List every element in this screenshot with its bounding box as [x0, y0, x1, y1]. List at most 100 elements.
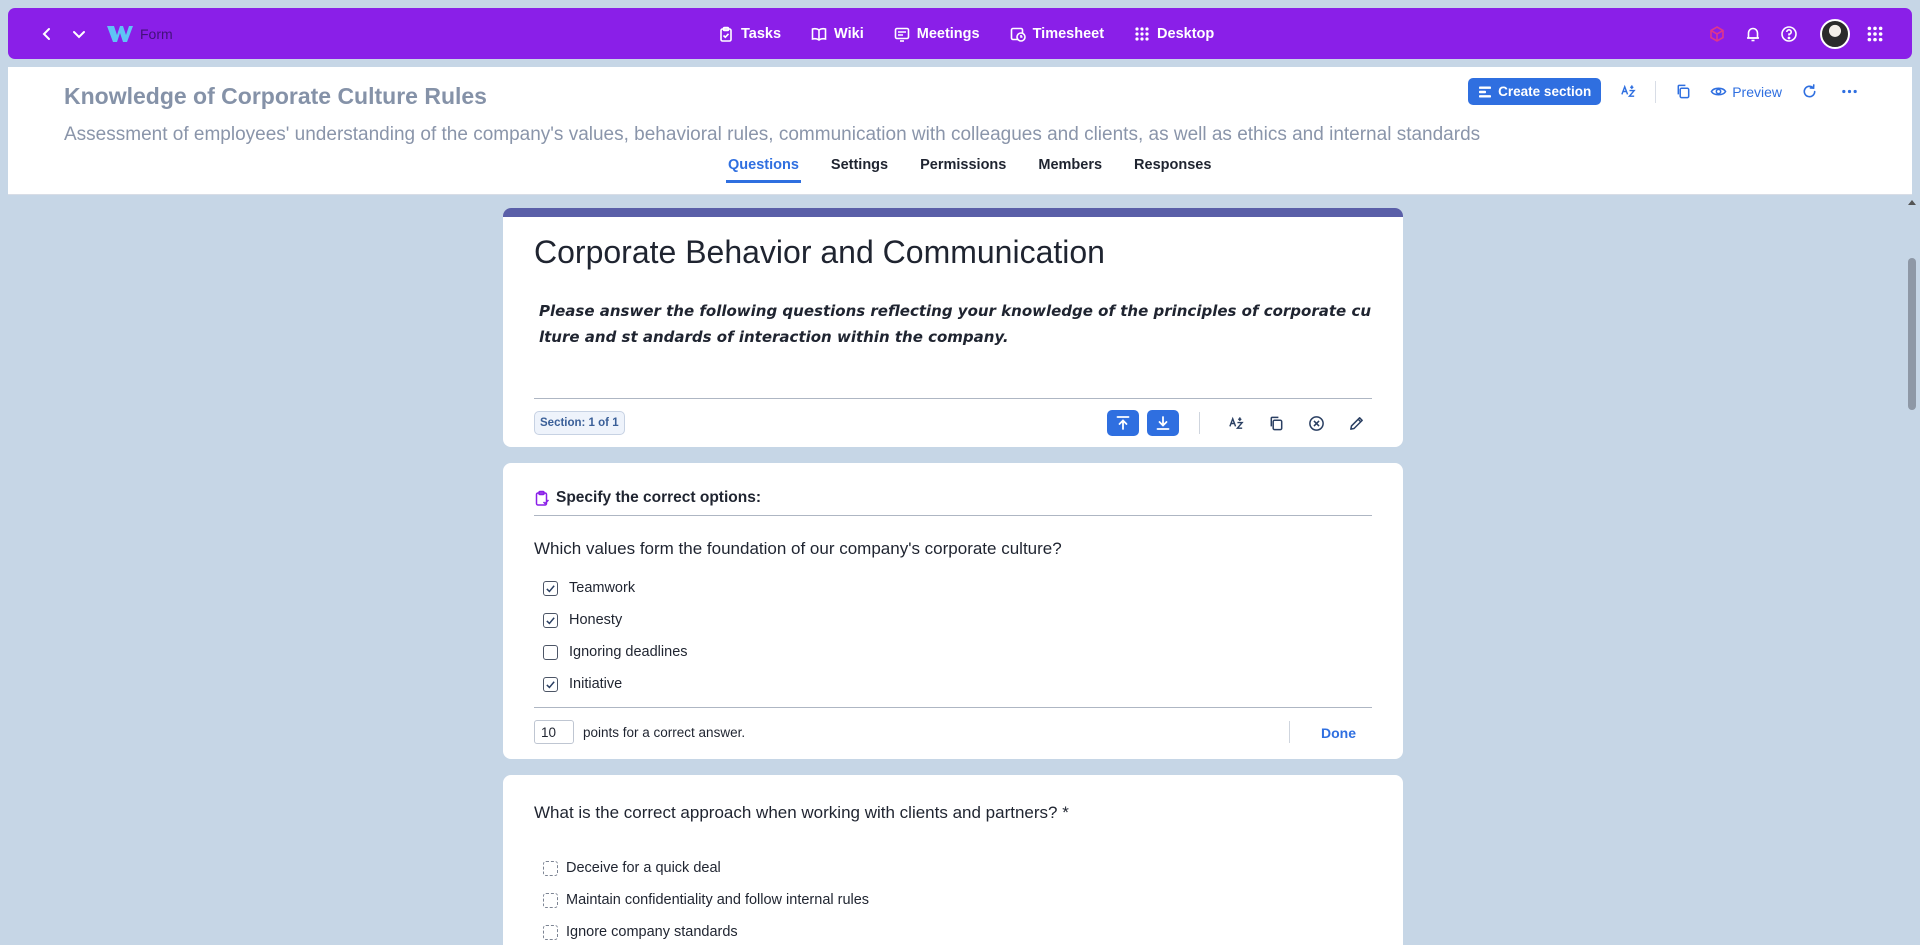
- header-actions: Create section Preview: [1468, 78, 1862, 105]
- preview-button[interactable]: Preview: [1710, 83, 1782, 100]
- option-ignoring-deadlines[interactable]: Ignoring deadlines: [543, 636, 688, 668]
- points-input[interactable]: [534, 720, 574, 744]
- points-setting: points for a correct answer.: [534, 720, 745, 744]
- option-checkbox[interactable]: [543, 924, 558, 940]
- help-icon[interactable]: [1778, 23, 1800, 45]
- top-bar: Form Tasks Wiki Meetings Timesheet Deskt…: [8, 8, 1912, 59]
- sort-az-icon[interactable]: [1615, 79, 1641, 105]
- refresh-icon[interactable]: [1796, 79, 1822, 105]
- tab-responses[interactable]: Responses: [1134, 157, 1211, 183]
- section-toolbar: [1107, 410, 1372, 436]
- option-checkbox[interactable]: [543, 676, 558, 692]
- grid-icon: [1135, 26, 1149, 41]
- option-ignore-standards[interactable]: Ignore company standards: [543, 916, 869, 945]
- nav-desktop[interactable]: Desktop: [1134, 26, 1214, 42]
- option-label: Maintain confidentiality and follow inte…: [566, 892, 870, 908]
- duplicate-section-icon[interactable]: [1260, 410, 1292, 436]
- sort-az-section-icon[interactable]: [1220, 410, 1252, 436]
- more-options-icon[interactable]: [1836, 79, 1862, 105]
- move-up-button[interactable]: [1107, 410, 1139, 436]
- cube-icon[interactable]: [1706, 23, 1728, 45]
- question-options: Teamwork Honesty Ignoring deadlines Init…: [543, 572, 688, 700]
- eye-icon: [1710, 87, 1727, 96]
- tab-settings[interactable]: Settings: [831, 157, 888, 183]
- apps-grid-icon[interactable]: [1864, 23, 1886, 45]
- question-text[interactable]: What is the correct approach when workin…: [534, 803, 1069, 823]
- option-checkbox[interactable]: [543, 580, 558, 596]
- option-teamwork[interactable]: Teamwork: [543, 572, 688, 604]
- move-down-button[interactable]: [1147, 410, 1179, 436]
- option-label: Initiative: [569, 676, 623, 692]
- nav-wiki[interactable]: Wiki: [811, 26, 864, 42]
- tab-members[interactable]: Members: [1038, 157, 1102, 183]
- scrollbar-thumb[interactable]: [1908, 258, 1916, 410]
- page-description: Assessment of employees' understanding o…: [64, 124, 1481, 145]
- logo-icon: [107, 25, 133, 42]
- nav-tasks[interactable]: Tasks: [718, 26, 781, 42]
- create-section-label: Create section: [1498, 84, 1592, 99]
- option-honesty[interactable]: Honesty: [543, 604, 688, 636]
- tab-questions[interactable]: Questions: [726, 157, 801, 183]
- scroll-up-arrow[interactable]: [1908, 200, 1916, 205]
- toolbar-divider: [1199, 412, 1200, 434]
- arrow-up-icon: [1116, 416, 1130, 430]
- create-section-button[interactable]: Create section: [1468, 78, 1602, 105]
- delete-section-icon[interactable]: [1300, 410, 1332, 436]
- form-tabs: Questions Settings Permissions Members R…: [726, 157, 1211, 183]
- question-divider-bottom: [534, 707, 1372, 708]
- clipboard-icon: [720, 26, 732, 42]
- nav-desktop-label: Desktop: [1157, 25, 1215, 42]
- option-initiative[interactable]: Initiative: [543, 668, 688, 700]
- section-description[interactable]: Please answer the following questions re…: [539, 298, 1374, 350]
- done-button[interactable]: Done: [1321, 725, 1356, 741]
- chevron-down-icon[interactable]: [68, 23, 90, 45]
- app-logo[interactable]: Form: [106, 24, 173, 44]
- question-divider-top: [534, 515, 1372, 516]
- tab-permissions[interactable]: Permissions: [920, 157, 1006, 183]
- option-label: Teamwork: [569, 580, 636, 596]
- main-nav: Tasks Wiki Meetings Timesheet Desktop: [718, 8, 1214, 59]
- question-card-1: Specify the correct options: Which value…: [503, 463, 1403, 759]
- bell-icon[interactable]: [1742, 23, 1764, 45]
- option-checkbox[interactable]: [543, 860, 558, 876]
- book-icon: [811, 27, 827, 41]
- checkmark-icon: [546, 616, 555, 625]
- question-options: Deceive for a quick deal Maintain confid…: [543, 852, 869, 945]
- option-label: Ignoring deadlines: [569, 644, 688, 660]
- section-title[interactable]: Corporate Behavior and Communication: [534, 234, 1105, 271]
- nav-wiki-label: Wiki: [834, 25, 864, 42]
- form-header: Knowledge of Corporate Culture Rules Ass…: [8, 67, 1912, 195]
- nav-timesheet[interactable]: Timesheet: [1010, 26, 1104, 42]
- app-name: Form: [140, 25, 173, 42]
- page-title: Knowledge of Corporate Culture Rules: [64, 83, 487, 109]
- section-badge: Section: 1 of 1: [534, 411, 625, 435]
- checkmark-icon: [546, 680, 555, 689]
- back-chevron-icon[interactable]: [36, 23, 58, 45]
- done-divider: [1289, 721, 1290, 743]
- header-divider: [1655, 80, 1657, 103]
- user-avatar[interactable]: [1820, 18, 1850, 49]
- option-checkbox[interactable]: [543, 892, 558, 908]
- option-deceive[interactable]: Deceive for a quick deal: [543, 852, 869, 884]
- option-checkbox[interactable]: [543, 612, 558, 628]
- top-bar-right: [1706, 8, 1886, 59]
- question-heading: Specify the correct options:: [534, 489, 761, 507]
- preview-label: Preview: [1732, 83, 1782, 100]
- question-text[interactable]: Which values form the foundation of our …: [534, 539, 1062, 559]
- option-confidentiality[interactable]: Maintain confidentiality and follow inte…: [543, 884, 869, 916]
- clipboard-check-icon: [535, 490, 550, 506]
- arrow-down-icon: [1156, 416, 1170, 430]
- create-section-icon: [1479, 86, 1492, 97]
- checkmark-icon: [546, 584, 555, 593]
- edit-section-icon[interactable]: [1340, 410, 1372, 436]
- top-bar-left: Form: [36, 8, 173, 59]
- nav-meetings-label: Meetings: [916, 25, 980, 42]
- section-card: Corporate Behavior and Communication Ple…: [503, 208, 1403, 447]
- nav-meetings[interactable]: Meetings: [894, 26, 980, 42]
- nav-tasks-label: Tasks: [741, 25, 782, 42]
- copy-icon[interactable]: [1670, 79, 1696, 105]
- option-checkbox[interactable]: [543, 644, 558, 660]
- meetings-icon: [894, 27, 910, 42]
- vertical-scrollbar[interactable]: [1904, 196, 1920, 945]
- points-label: points for a correct answer.: [583, 724, 746, 740]
